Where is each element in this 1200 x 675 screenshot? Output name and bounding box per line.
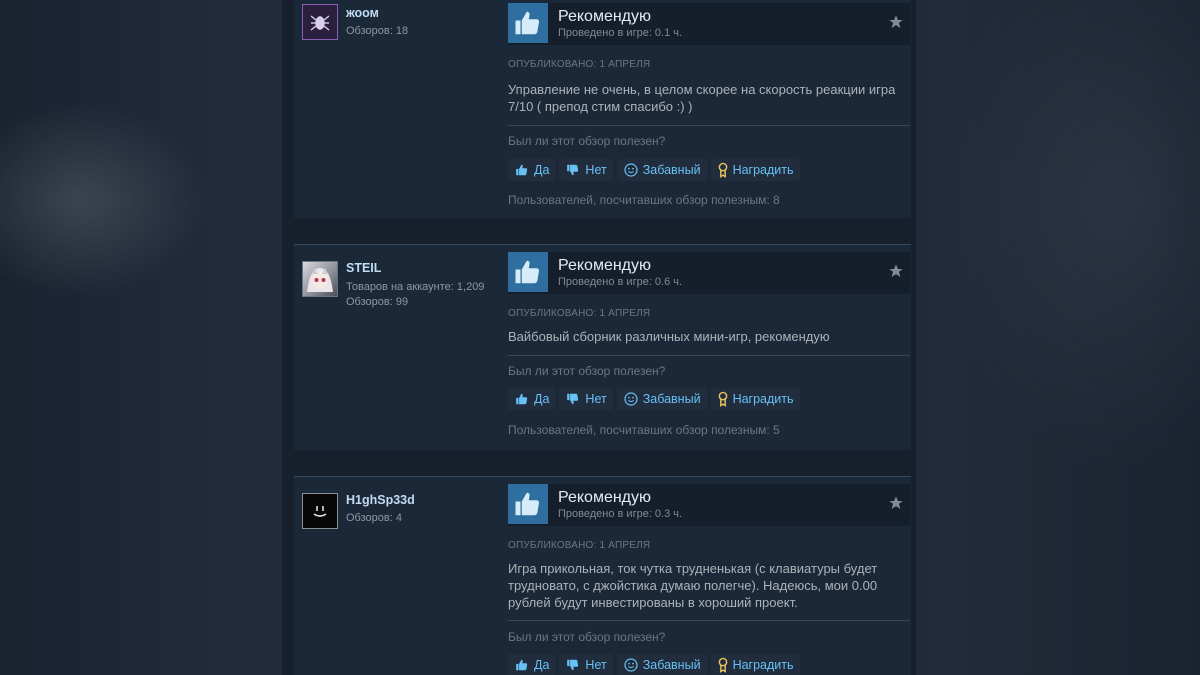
vote-yes-label: Да	[534, 658, 550, 672]
thumbs-up-icon	[516, 393, 528, 405]
vote-yes-button[interactable]: Да	[508, 159, 556, 181]
recommendation-label: Рекомендую	[558, 489, 652, 506]
avatar[interactable]	[302, 4, 338, 40]
thumbs-up-icon	[508, 3, 548, 43]
smiley-icon	[624, 163, 638, 177]
found-helpful-count: Пользователей, посчитавших обзор полезны…	[508, 193, 780, 207]
divider	[508, 355, 910, 356]
award-icon	[718, 162, 727, 178]
vote-header[interactable]: Рекомендую Проведено в игре: 0.1 ч.	[508, 3, 910, 45]
vote-funny-button[interactable]: Забавный	[616, 388, 707, 410]
vote-buttons: Да Нет Забавный Наградить	[508, 388, 800, 410]
divider	[508, 125, 910, 126]
review-text: Управление не очень, в целом скорее на с…	[508, 82, 896, 114]
reviewer-name[interactable]: жоом	[346, 6, 379, 20]
award-button[interactable]: Наградить	[710, 654, 800, 675]
anime-avatar-icon	[307, 268, 333, 292]
found-helpful-count: Пользователей, посчитавших обзор полезны…	[508, 423, 780, 437]
vote-yes-label: Да	[534, 392, 550, 406]
vote-no-button[interactable]: Нет	[559, 388, 613, 410]
vote-buttons: Да Нет Забавный Наградить	[508, 654, 800, 675]
hours-played: Проведено в игре: 0.3 ч.	[558, 508, 683, 520]
review-card: H1ghSp33d Обзоров: 4 Рекомендую Проведен…	[294, 476, 911, 675]
vote-yes-label: Да	[534, 163, 550, 177]
review-text: Игра прикольная, ток чутка трудненькая (…	[508, 561, 878, 610]
vote-funny-label: Забавный	[642, 392, 701, 406]
vote-funny-button[interactable]: Забавный	[616, 159, 707, 181]
posted-date: ОПУБЛИКОВАНО: 1 АПРЕЛЯ	[508, 308, 651, 319]
star-icon[interactable]	[888, 14, 904, 35]
vote-no-label: Нет	[585, 658, 607, 672]
reviewer-name[interactable]: H1ghSp33d	[346, 493, 415, 507]
reviewer-review-count[interactable]: Обзоров: 18	[346, 25, 408, 37]
vote-no-button[interactable]: Нет	[559, 159, 613, 181]
bug-avatar-icon	[310, 15, 330, 31]
reviewer-name[interactable]: STEIL	[346, 261, 381, 275]
award-button[interactable]: Наградить	[710, 388, 800, 410]
avatar[interactable]	[302, 261, 338, 297]
thumbs-up-icon	[508, 484, 548, 524]
star-icon[interactable]	[888, 263, 904, 284]
smiley-icon	[624, 658, 638, 672]
vote-header[interactable]: Рекомендую Проведено в игре: 0.6 ч.	[508, 252, 910, 294]
award-label: Наградить	[732, 658, 794, 672]
review-text: Вайбовый сборник различных мини-игр, рек…	[508, 329, 830, 344]
vote-no-label: Нет	[585, 392, 607, 406]
vote-yes-button[interactable]: Да	[508, 654, 556, 675]
thumbs-down-icon	[567, 659, 579, 671]
review-card: жоом Обзоров: 18 Рекомендую Проведено в …	[294, 0, 911, 218]
reviewer-review-count[interactable]: Обзоров: 99	[346, 296, 408, 308]
hours-played: Проведено в игре: 0.1 ч.	[558, 27, 683, 39]
thumbs-up-icon	[516, 164, 528, 176]
vote-funny-button[interactable]: Забавный	[616, 654, 707, 675]
reviewer-review-count[interactable]: Обзоров: 4	[346, 512, 402, 524]
star-icon[interactable]	[888, 495, 904, 516]
vote-header[interactable]: Рекомендую Проведено в игре: 0.3 ч.	[508, 484, 910, 526]
award-icon	[718, 391, 727, 407]
hours-played: Проведено в игре: 0.6 ч.	[558, 276, 683, 288]
posted-date: ОПУБЛИКОВАНО: 1 АПРЕЛЯ	[508, 59, 651, 70]
helpful-question: Был ли этот обзор полезен?	[508, 134, 666, 148]
helpful-question: Был ли этот обзор полезен?	[508, 364, 666, 378]
award-icon	[718, 657, 727, 673]
divider	[508, 620, 910, 621]
thumbs-down-icon	[567, 164, 579, 176]
recommendation-label: Рекомендую	[558, 8, 652, 25]
reviewer-products-count[interactable]: Товаров на аккаунте: 1,209	[346, 281, 484, 293]
thumbs-down-icon	[567, 393, 579, 405]
award-button[interactable]: Наградить	[710, 159, 800, 181]
thumbs-up-icon	[516, 659, 528, 671]
smiley-icon	[624, 392, 638, 406]
vote-funny-label: Забавный	[642, 658, 701, 672]
helpful-question: Был ли этот обзор полезен?	[508, 630, 666, 644]
award-label: Наградить	[732, 163, 794, 177]
vote-buttons: Да Нет Забавный Наградить	[508, 159, 800, 181]
review-card: STEIL Товаров на аккаунте: 1,209 Обзоров…	[294, 244, 911, 450]
smile-avatar-icon	[313, 506, 327, 517]
recommendation-label: Рекомендую	[558, 257, 652, 274]
vote-no-button[interactable]: Нет	[559, 654, 613, 675]
vote-no-label: Нет	[585, 163, 607, 177]
thumbs-up-icon	[508, 252, 548, 292]
avatar[interactable]	[302, 493, 338, 529]
award-label: Наградить	[732, 392, 794, 406]
vote-yes-button[interactable]: Да	[508, 388, 556, 410]
vote-funny-label: Забавный	[642, 163, 701, 177]
posted-date: ОПУБЛИКОВАНО: 1 АПРЕЛЯ	[508, 540, 651, 551]
